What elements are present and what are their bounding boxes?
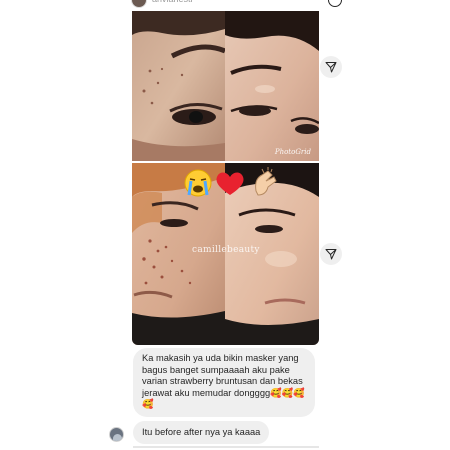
next-message-edge — [133, 446, 319, 448]
shared-photo-before-after-1[interactable]: PhotoGrid — [132, 11, 319, 161]
clapping-hands-emoji — [255, 167, 277, 196]
photo-caption: camillebeauty — [192, 245, 260, 255]
message-bubble[interactable]: Ka makasih ya uda bikin masker yang bagu… — [133, 348, 315, 417]
share-button-1[interactable] — [320, 56, 342, 78]
share-button-2[interactable] — [320, 243, 342, 265]
paper-plane-icon — [325, 62, 337, 73]
red-heart-emoji — [216, 172, 244, 195]
sender-avatar[interactable] — [109, 427, 124, 442]
header-username[interactable]: arivianesti — [152, 0, 193, 4]
photo-1-left-face — [132, 11, 225, 161]
header-avatar[interactable] — [131, 0, 147, 8]
photogrid-watermark: PhotoGrid — [274, 148, 311, 156]
info-icon[interactable] — [328, 0, 342, 7]
paper-plane-icon — [325, 249, 337, 260]
sticker-emojis — [182, 167, 302, 199]
crying-face-emoji — [184, 169, 212, 197]
shared-photo-before-after-2[interactable]: camillebeauty — [132, 163, 319, 345]
chat-header: arivianesti — [0, 0, 450, 8]
photo-1-right-face: PhotoGrid — [225, 11, 319, 161]
message-bubble[interactable]: Itu before after nya ya kaaaa — [133, 421, 270, 444]
